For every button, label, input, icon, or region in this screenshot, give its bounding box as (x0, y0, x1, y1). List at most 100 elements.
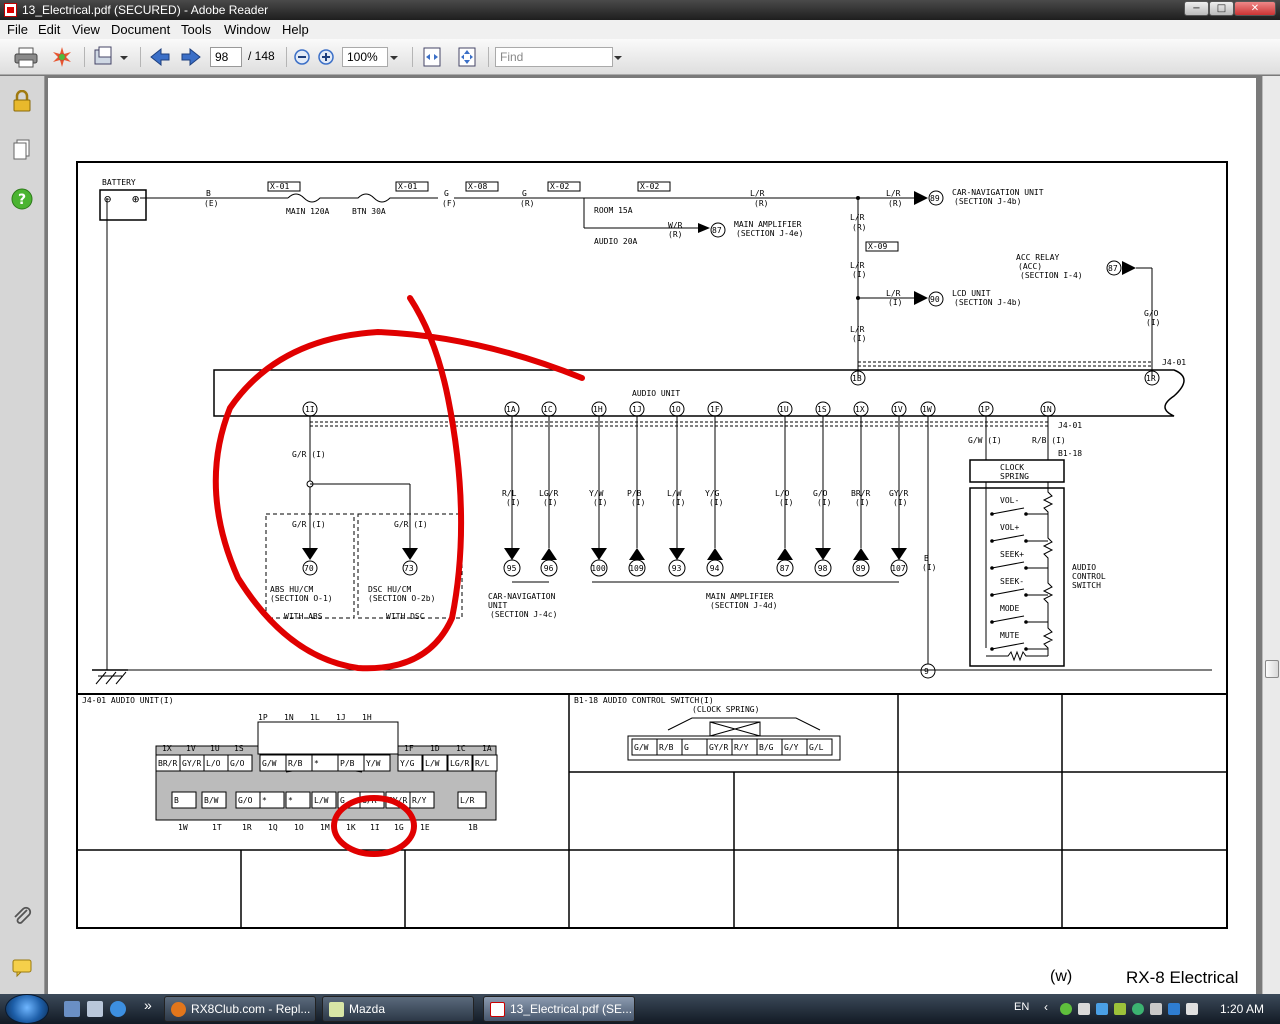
menu-edit[interactable]: Edit (38, 22, 60, 37)
switch-lever (991, 507, 1025, 515)
destination-number: 98 (818, 564, 828, 573)
connector-pin-label: 1W (178, 823, 188, 832)
svg-text:1S: 1S (817, 405, 827, 414)
svg-text:(SECTION O-1): (SECTION O-1) (270, 594, 333, 603)
tray-app-icon[interactable] (1114, 1003, 1126, 1015)
wire-type-label: (I) (593, 498, 607, 507)
fit-width-icon[interactable] (421, 46, 443, 68)
switch-lever (991, 534, 1025, 542)
svg-text:(SECTION J-4b): (SECTION J-4b) (954, 197, 1021, 206)
connector-cell-label: G/W (634, 743, 649, 752)
svg-text:(R): (R) (520, 199, 534, 208)
connector-cell-label: L/W (314, 796, 329, 805)
help-icon[interactable]: ? (11, 188, 33, 210)
tray-app-icon[interactable] (1096, 1003, 1108, 1015)
menu-window[interactable]: Window (224, 22, 270, 37)
zoom-in-icon[interactable] (317, 46, 335, 68)
find-dropdown-chevron-icon[interactable] (613, 46, 623, 68)
language-indicator[interactable]: EN (1014, 1001, 1029, 1013)
connector-cell-label: Y/G (400, 759, 415, 768)
svg-text:(F): (F) (442, 199, 456, 208)
show-desktop-icon[interactable] (64, 1001, 80, 1017)
vertical-scrollbar[interactable] (1262, 76, 1280, 994)
svg-text:UNIT: UNIT (488, 601, 507, 610)
clock[interactable]: 1:20 AM (1220, 1002, 1264, 1016)
svg-text:SPRING: SPRING (1000, 472, 1029, 481)
svg-text:(I): (I) (922, 563, 936, 572)
task-mazda[interactable]: Mazda (322, 996, 474, 1022)
audio-unit-label: AUDIO UNIT (632, 389, 680, 398)
svg-text:CLOCK: CLOCK (1000, 463, 1024, 472)
scrollbar-thumb[interactable] (1265, 660, 1279, 678)
select-tool-icon[interactable] (93, 46, 129, 68)
menu-help[interactable]: Help (282, 22, 309, 37)
internet-explorer-icon[interactable] (110, 1001, 126, 1017)
network-icon[interactable] (1060, 1003, 1072, 1015)
next-page-icon[interactable] (180, 46, 202, 68)
print-icon[interactable] (14, 46, 38, 68)
zoom-dropdown-chevron-icon[interactable] (389, 46, 399, 68)
connector-pin-label: 1B (468, 823, 478, 832)
wire-type-label: (I) (817, 498, 831, 507)
connector-cell-label: G/O (238, 796, 253, 805)
fit-page-icon[interactable] (456, 46, 478, 68)
lock-icon[interactable] (11, 90, 33, 112)
adobe-reader-window: 13_Electrical.pdf (SECURED) - Adobe Read… (0, 0, 1280, 1024)
document-area[interactable]: BATTERY ⊖ ⊕ B (E) X-01 MAIN 120A BTN 30A… (46, 76, 1262, 994)
svg-text:(CLOCK SPRING): (CLOCK SPRING) (692, 705, 759, 714)
comments-icon[interactable] (11, 956, 33, 978)
svg-text:X-02: X-02 (640, 182, 659, 191)
zoom-out-icon[interactable] (293, 46, 311, 68)
menu-view[interactable]: View (72, 22, 100, 37)
quick-launch-chevron-icon[interactable]: » (144, 997, 152, 1013)
svg-text:70: 70 (304, 564, 314, 573)
tray-app-icon[interactable] (1186, 1003, 1198, 1015)
svg-text:1R: 1R (1146, 374, 1156, 383)
menu-document[interactable]: Document (111, 22, 170, 37)
j4-connector-title: J4-01 AUDIO UNIT(I) (82, 696, 174, 705)
switch-lever (991, 588, 1025, 596)
connector-cell-label: G/Y (784, 743, 799, 752)
tray-app-icon[interactable] (1132, 1003, 1144, 1015)
zoom-level-field[interactable]: 100% (342, 47, 388, 67)
wire-type-label: (I) (671, 498, 685, 507)
svg-text:1N: 1N (1042, 405, 1052, 414)
restore-button[interactable]: □ (1209, 1, 1234, 16)
destination-number: 93 (672, 564, 682, 573)
start-button[interactable] (5, 994, 49, 1024)
svg-text:(R): (R) (888, 199, 902, 208)
connector-cell-label: R/B (288, 759, 303, 768)
pin-arrow (853, 548, 869, 560)
svg-text:SWITCH: SWITCH (1072, 581, 1101, 590)
page-number-input[interactable]: 98 (210, 47, 242, 67)
previous-page-icon[interactable] (149, 46, 171, 68)
tray-app-icon[interactable] (1150, 1003, 1162, 1015)
minimize-button[interactable]: − (1184, 1, 1209, 16)
title-bar[interactable]: 13_Electrical.pdf (SECURED) - Adobe Read… (0, 0, 1280, 20)
toolbar: 98 / 148 100% Find (0, 39, 1280, 75)
pin-arrow (815, 548, 831, 560)
pages-icon[interactable] (11, 138, 33, 160)
close-button[interactable]: ✕ (1234, 1, 1276, 16)
find-input[interactable]: Find (495, 47, 613, 67)
menu-file[interactable]: File (7, 22, 28, 37)
tray-app-icon[interactable] (1168, 1003, 1180, 1015)
switch-windows-icon[interactable] (87, 1001, 103, 1017)
svg-text:1J: 1J (632, 405, 642, 414)
collaborate-icon[interactable] (50, 46, 74, 68)
tray-expand-chevron-icon[interactable]: ‹ (1044, 1000, 1048, 1014)
destination-number: 95 (507, 564, 517, 573)
connector-pin-label: 1E (420, 823, 430, 832)
connector-pin-label: 1Q (268, 823, 278, 832)
svg-text:J4-01: J4-01 (1162, 358, 1186, 367)
task-adobe-reader[interactable]: 13_Electrical.pdf (SE... (483, 996, 635, 1022)
menu-tools[interactable]: Tools (181, 22, 211, 37)
attachment-icon[interactable] (11, 905, 33, 927)
volume-icon[interactable] (1078, 1003, 1090, 1015)
task-firefox[interactable]: RX8Club.com - Repl... (164, 996, 316, 1022)
svg-text:X-01: X-01 (398, 182, 417, 191)
svg-text:73: 73 (404, 564, 414, 573)
svg-text:CAR-NAVIGATION UNIT: CAR-NAVIGATION UNIT (952, 188, 1044, 197)
svg-text:AUDIO: AUDIO (1072, 563, 1096, 572)
toolbar-separator (286, 47, 287, 67)
